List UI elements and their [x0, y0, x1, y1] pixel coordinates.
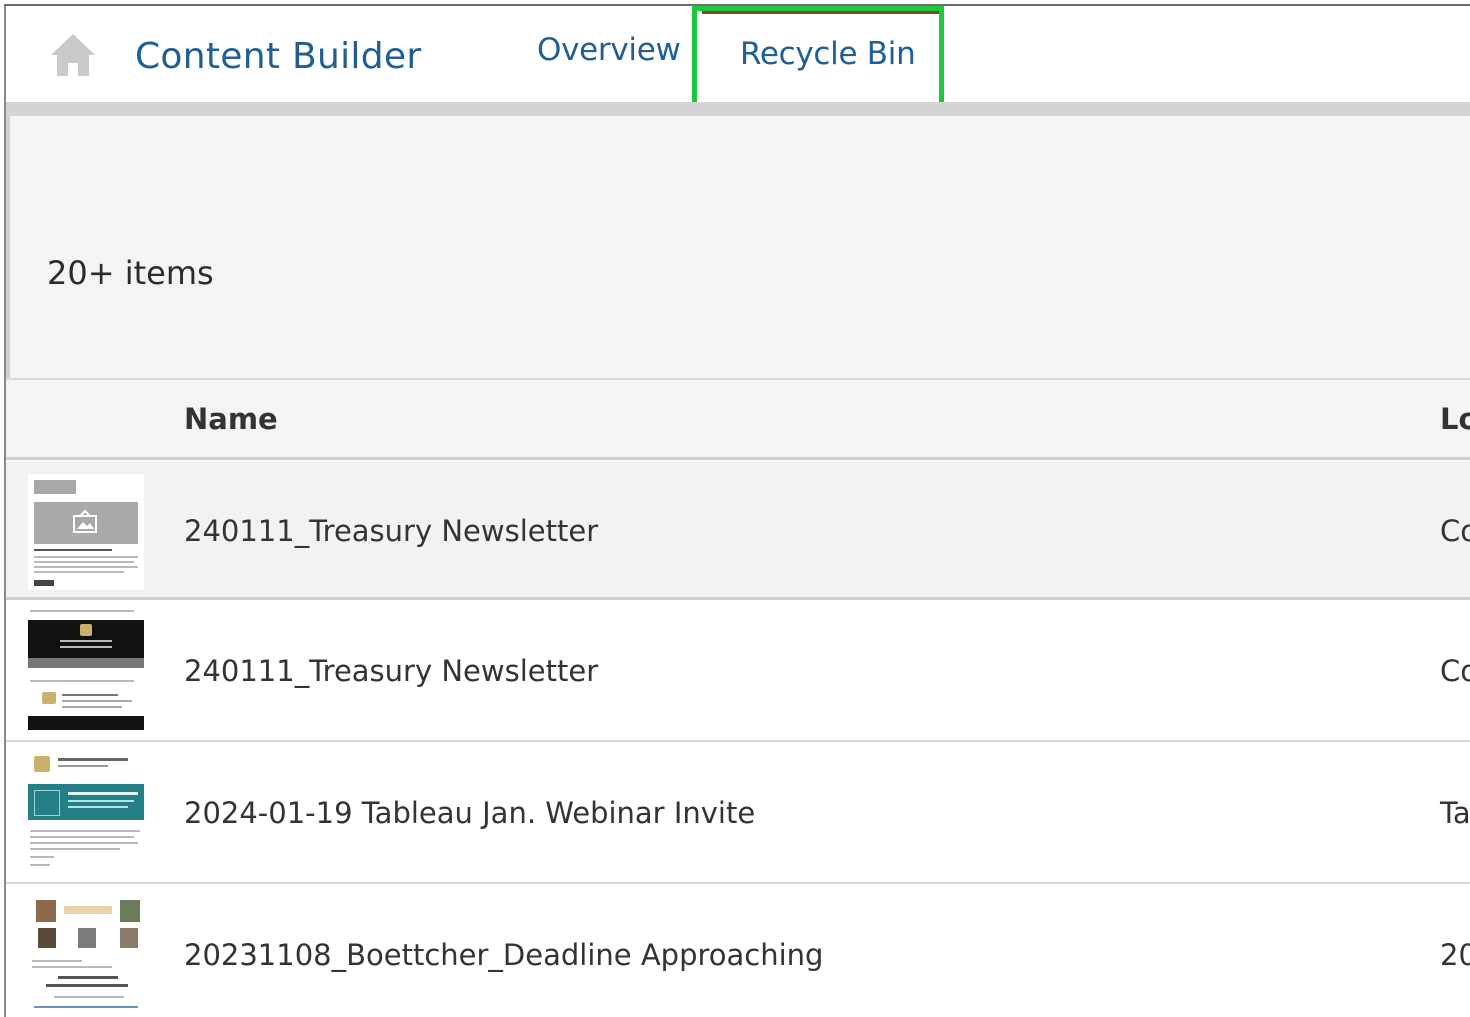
app-title[interactable]: Content Builder — [135, 36, 421, 77]
row-location: Co — [1440, 654, 1470, 688]
table-row[interactable]: 240111_Treasury Newsletter Co — [6, 462, 1470, 600]
table-row[interactable]: 20231108_Boettcher_Deadline Approaching … — [6, 884, 1470, 1017]
table-row[interactable]: 240111_Treasury Newsletter Co — [6, 600, 1470, 742]
home-icon[interactable] — [48, 30, 98, 80]
tab-overview[interactable]: Overview — [537, 32, 681, 68]
nav-separator — [6, 102, 1470, 116]
summary-panel — [10, 116, 1470, 378]
column-header-name[interactable]: Name — [184, 402, 278, 436]
item-count: 20+ items — [47, 254, 214, 292]
row-location: 20 — [1440, 938, 1470, 972]
row-name[interactable]: 2024-01-19 Tableau Jan. Webinar Invite — [184, 796, 755, 830]
thumbnail-image[interactable] — [28, 752, 144, 876]
content-builder-window: Content Builder Overview Recycle Bin 20+… — [0, 0, 1470, 1017]
column-header-location[interactable]: Lo — [1440, 402, 1470, 436]
panel-left-edge — [6, 116, 10, 378]
thumbnail-image[interactable] — [28, 606, 144, 730]
row-name[interactable]: 240111_Treasury Newsletter — [184, 514, 598, 548]
tab-recycle-bin-label: Recycle Bin — [740, 36, 916, 72]
row-name[interactable]: 20231108_Boettcher_Deadline Approaching — [184, 938, 823, 972]
row-location: Ta — [1440, 796, 1470, 830]
table-row[interactable]: 2024-01-19 Tableau Jan. Webinar Invite T… — [6, 742, 1470, 884]
thumbnail-image[interactable] — [28, 474, 144, 590]
row-name[interactable]: 240111_Treasury Newsletter — [184, 654, 598, 688]
row-location: Co — [1440, 514, 1470, 548]
thumbnail-image[interactable] — [28, 894, 144, 1017]
tab-recycle-bin[interactable]: Recycle Bin — [702, 11, 942, 114]
